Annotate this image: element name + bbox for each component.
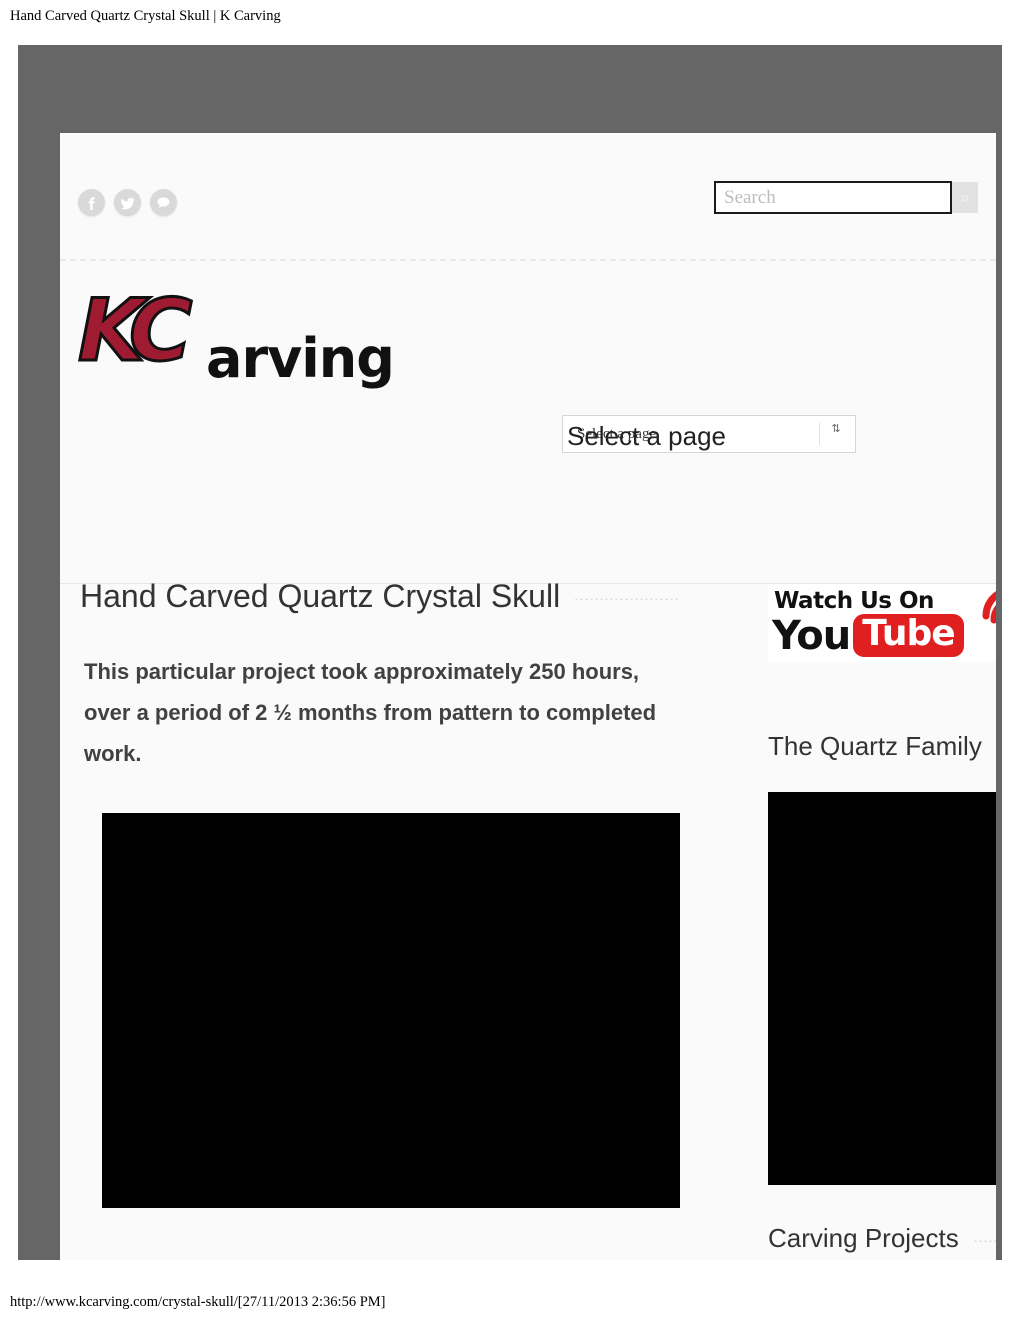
search-button[interactable]: ⌕ (952, 182, 978, 213)
widget-carving-projects: Carving Projects (768, 1224, 996, 1252)
site-logo[interactable]: KC arving (76, 281, 394, 386)
widget-quartz-family: The Quartz Family (768, 732, 996, 760)
twitter-icon[interactable] (114, 189, 141, 216)
select-separator (819, 423, 820, 445)
page-select[interactable]: Select a page (562, 415, 856, 453)
youtube-tube-text: Tube (853, 614, 964, 657)
quartz-family-image (768, 792, 996, 1185)
search-form[interactable]: ⌕ (714, 181, 979, 218)
social-icon-list (78, 189, 177, 216)
header-dashed-divider (60, 259, 996, 261)
widget-title-quartz-family: The Quartz Family (768, 732, 996, 760)
top-utility-bar: ⌕ (60, 133, 996, 261)
main-article-image (102, 813, 680, 1208)
title-dot-trail (574, 592, 680, 600)
print-footer-url: http://www.kcarving.com/crystal-skull/[2… (10, 1294, 386, 1310)
main-column: Hand Carved Quartz Crystal Skull This pa… (80, 454, 680, 774)
content-area: Hand Carved Quartz Crystal Skull This pa… (60, 454, 996, 1260)
widget-title-quartz-family-text: The Quartz Family (768, 731, 982, 761)
browser-frame: ⌕ KC arving Select a page ⇅ Select a pag… (18, 45, 1002, 1260)
youtube-logo: You Tube (772, 614, 964, 657)
print-header-title: Hand Carved Quartz Crystal Skull | K Car… (10, 8, 281, 24)
site-page: ⌕ KC arving Select a page ⇅ Select a pag… (60, 133, 996, 1260)
youtube-you-text: You (772, 612, 851, 659)
page-title-text: Hand Carved Quartz Crystal Skull (80, 578, 561, 614)
lead-paragraph: This particular project took approximate… (84, 659, 657, 766)
facebook-icon[interactable] (78, 189, 105, 216)
logo-word-arving: arving (206, 327, 395, 390)
page-title: Hand Carved Quartz Crystal Skull (80, 454, 680, 613)
search-input[interactable] (714, 181, 952, 214)
widget-title-carving-projects-text: Carving Projects (768, 1223, 959, 1253)
youtube-signal-waves-icon (982, 591, 996, 624)
logo-mark-kc: KC (76, 281, 193, 381)
youtube-watch-text: Watch Us On (774, 588, 934, 614)
branding-row: KC arving Select a page ⇅ Select a page (60, 263, 996, 584)
widget-title-carving-projects: Carving Projects (768, 1224, 996, 1252)
select-spinner-icon[interactable]: ⇅ (830, 424, 842, 443)
comments-icon[interactable] (150, 189, 177, 216)
youtube-banner[interactable]: Watch Us On You Tube (768, 584, 996, 662)
projects-dot-trail (972, 1234, 996, 1242)
page-select-wrapper[interactable]: Select a page ⇅ Select a page (562, 415, 856, 453)
